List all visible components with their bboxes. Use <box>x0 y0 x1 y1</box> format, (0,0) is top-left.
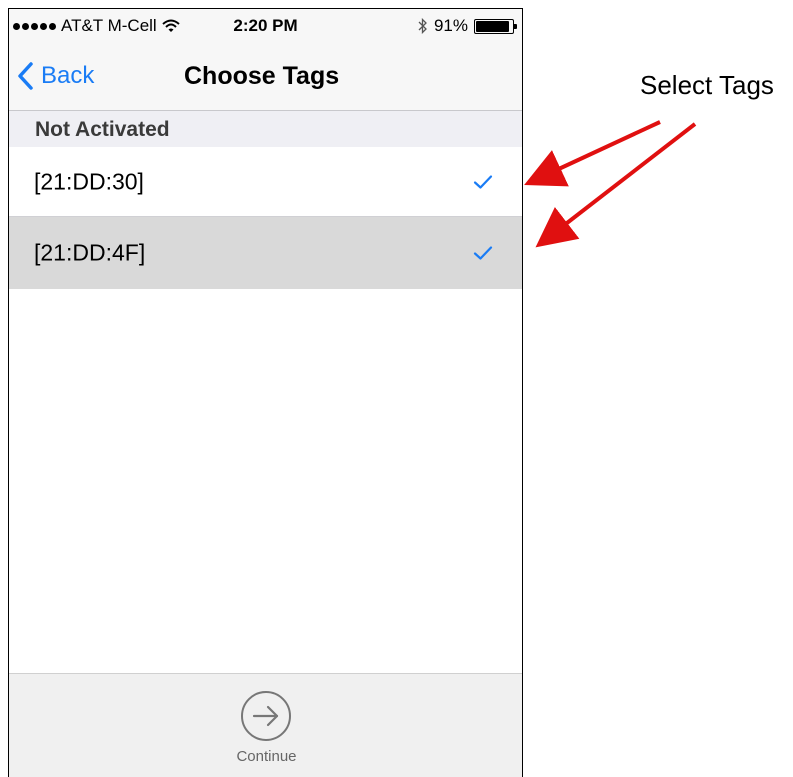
bluetooth-icon <box>418 18 427 34</box>
status-right: 91% <box>418 16 517 36</box>
battery-percent: 91% <box>433 16 468 35</box>
page-title: Choose Tags <box>184 62 340 90</box>
navigation-bar: Back Choose Tags <box>9 53 522 101</box>
continue-button[interactable]: Continue <box>219 688 314 770</box>
tag-label: [21:DD:30] <box>34 168 144 194</box>
tag-row[interactable]: [21:DD:30] <box>9 147 522 217</box>
back-label: Back <box>41 62 95 89</box>
checkmark-icon <box>473 174 493 189</box>
arrow-right-circle-icon <box>241 691 291 741</box>
phone-screen: AT&T M-Cell 2:20 PM 91% Back Choose Tags… <box>8 8 523 777</box>
signal-strength-icon <box>13 22 56 30</box>
annotation-arrow-1 <box>524 120 661 187</box>
battery-icon <box>474 18 517 34</box>
wifi-icon <box>162 19 180 32</box>
battery-level <box>476 20 509 32</box>
annotation-arrow-2 <box>535 122 697 248</box>
chevron-left-icon <box>18 62 33 90</box>
header-area: AT&T M-Cell 2:20 PM 91% Back Choose Tags <box>9 9 522 111</box>
annotation-label: Select Tags <box>640 70 774 100</box>
continue-label: Continue <box>236 748 297 765</box>
status-left: AT&T M-Cell <box>13 16 180 36</box>
section-header: Not Activated <box>9 111 522 147</box>
tag-label: [21:DD:4F] <box>34 239 146 266</box>
status-bar: AT&T M-Cell 2:20 PM 91% <box>9 9 522 43</box>
canvas: AT&T M-Cell 2:20 PM 91% Back Choose Tags… <box>0 0 793 777</box>
checkmark-icon <box>473 246 493 260</box>
back-button[interactable]: Back <box>15 61 94 91</box>
carrier-label: AT&T M-Cell <box>61 16 157 35</box>
bottom-toolbar: Continue <box>9 673 522 777</box>
tag-row-selected[interactable]: [21:DD:4F] <box>9 217 522 289</box>
